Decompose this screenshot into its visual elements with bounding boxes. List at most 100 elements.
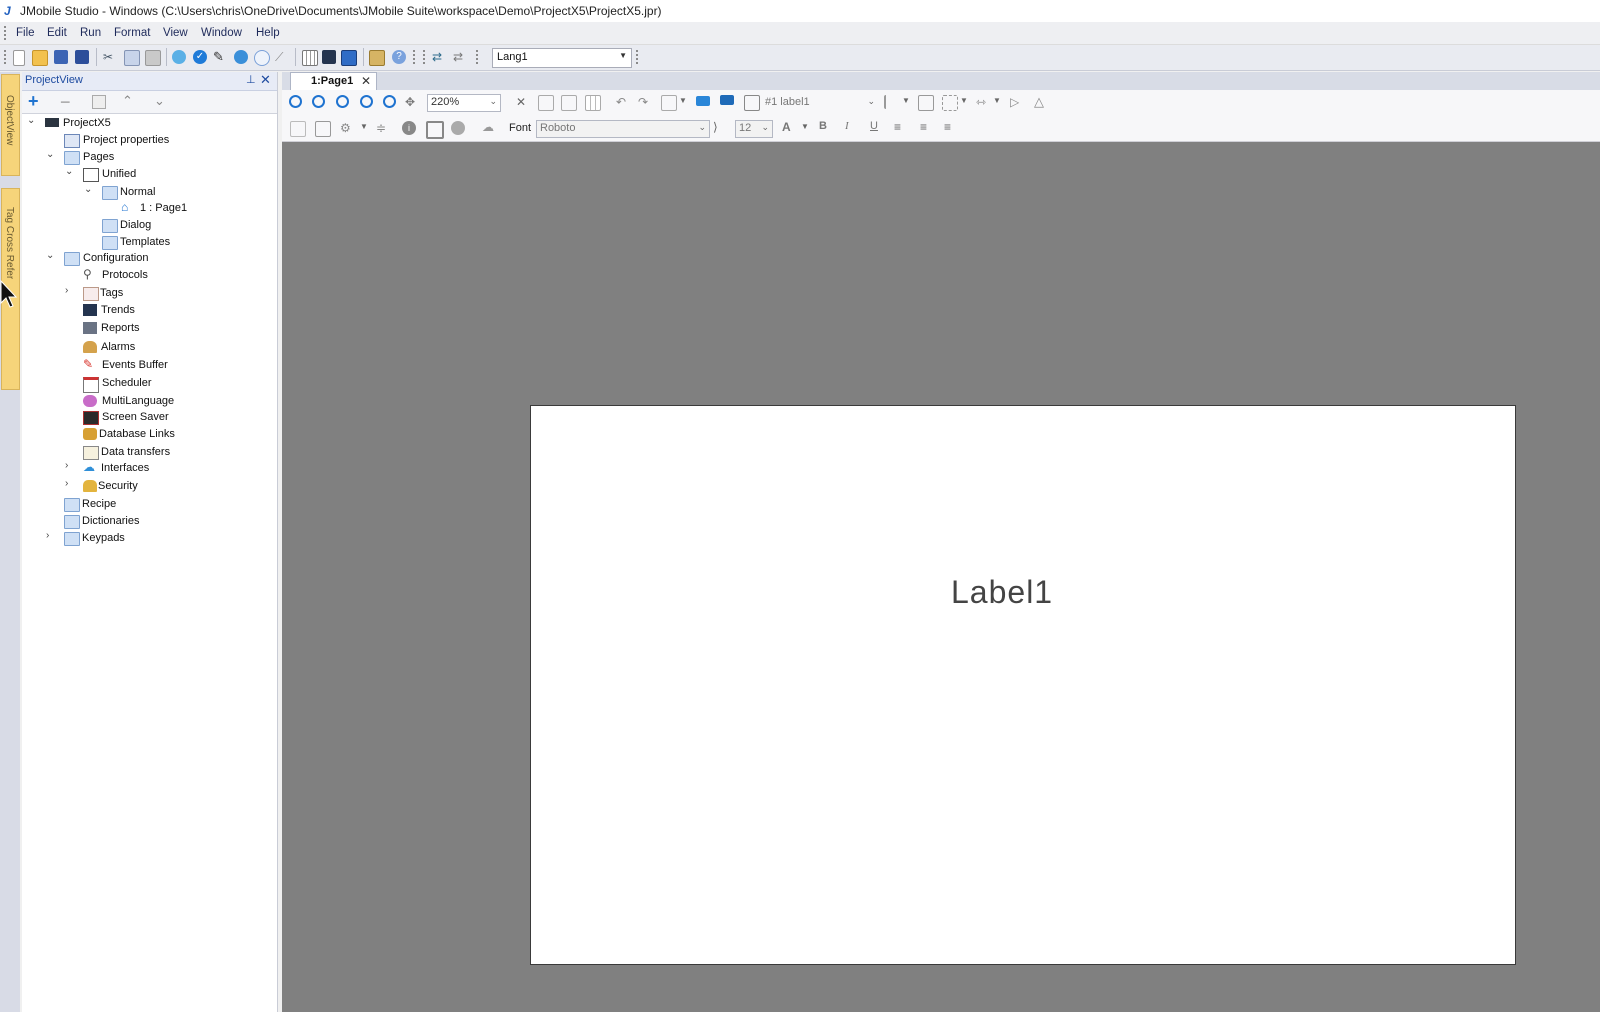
tab-objectview[interactable]: ObjectView — [1, 74, 20, 176]
tab-page1[interactable]: 1:Page1 ✕ — [290, 72, 377, 91]
widget-icon[interactable] — [744, 95, 760, 111]
image-icon[interactable] — [426, 121, 444, 139]
close-icon[interactable]: ✕ — [361, 74, 371, 88]
zoom-selection-icon[interactable] — [360, 95, 373, 108]
undo-icon[interactable]: ↶ — [616, 95, 630, 109]
menu-file[interactable]: File — [16, 27, 35, 39]
select-icon[interactable] — [341, 50, 357, 66]
menu-window[interactable]: Window — [201, 27, 242, 39]
help-icon[interactable]: ? — [392, 50, 406, 64]
layout-icon[interactable] — [322, 50, 336, 64]
distribute-icon[interactable] — [918, 95, 934, 111]
run-icon[interactable] — [254, 50, 270, 66]
underline-icon[interactable]: U — [870, 120, 884, 134]
menu-grip[interactable] — [4, 26, 9, 40]
grid-snap-icon[interactable] — [290, 121, 306, 137]
zoom-out-icon[interactable] — [312, 95, 325, 108]
close-icon[interactable]: ✕ — [260, 72, 271, 88]
expanded-chevron-icon[interactable]: ⌄ — [27, 115, 37, 126]
chevron-down-icon[interactable]: ▼ — [902, 96, 916, 110]
align-left-icon[interactable] — [884, 95, 900, 109]
bring-front-icon[interactable] — [696, 96, 710, 106]
chevron-down-icon[interactable]: ▼ — [360, 122, 374, 136]
align-text-center-icon[interactable]: ≡ — [920, 120, 934, 134]
add-icon[interactable]: + — [28, 91, 39, 112]
pin-icon[interactable]: ⊥ — [246, 73, 256, 86]
zoom-fit-icon[interactable] — [336, 95, 349, 108]
package-icon[interactable] — [369, 50, 385, 66]
zoom-100-icon[interactable] — [383, 95, 396, 108]
expanded-chevron-icon[interactable]: ⌄ — [46, 149, 56, 160]
move-down-icon[interactable]: ⌄ — [154, 93, 165, 109]
bold-icon[interactable]: B — [819, 120, 833, 134]
chevron-down-icon[interactable]: ▼ — [960, 96, 974, 110]
copy-icon[interactable] — [124, 50, 140, 66]
toolbar-grip[interactable] — [423, 50, 428, 64]
collapsed-chevron-icon[interactable]: › — [65, 285, 75, 296]
menu-run[interactable]: Run — [80, 27, 101, 39]
validate-icon[interactable]: ✓ — [193, 50, 207, 64]
pan-icon[interactable]: ✥ — [405, 95, 419, 109]
expanded-chevron-icon[interactable]: ⌄ — [46, 250, 56, 261]
tools-icon[interactable]: ✎ — [213, 50, 227, 64]
zoom-in-icon[interactable] — [289, 95, 302, 108]
text-direction-icon[interactable]: ⟩ — [713, 120, 727, 134]
translate-icon[interactable]: ⇄ — [432, 50, 446, 64]
collapsed-chevron-icon[interactable]: › — [65, 460, 75, 471]
widget-select[interactable]: #1 label1 ⌄ — [761, 94, 879, 112]
collapsed-chevron-icon[interactable]: › — [46, 530, 56, 541]
debug-icon[interactable] — [234, 50, 248, 64]
toolbar-grip[interactable] — [476, 50, 481, 64]
tooltip-icon[interactable]: ☁ — [482, 120, 496, 134]
line-style-icon[interactable]: ≑ — [376, 121, 390, 135]
chevron-down-icon[interactable]: ▼ — [801, 122, 815, 136]
new-file-icon[interactable] — [13, 50, 25, 66]
paste-icon[interactable] — [145, 50, 161, 66]
download-icon[interactable] — [172, 50, 186, 64]
language-select[interactable]: Lang1 ▼ — [492, 48, 632, 68]
language-icon[interactable]: ⇄ — [453, 50, 467, 64]
font-select[interactable]: Roboto ⌄ — [536, 120, 710, 138]
move-up-icon[interactable]: ⌃ — [122, 93, 133, 109]
toolbar-grip[interactable] — [413, 50, 418, 64]
zoom-select[interactable]: 220% ⌄ — [427, 94, 501, 112]
menu-edit[interactable]: Edit — [47, 27, 67, 39]
flip-vertical-icon[interactable]: △ — [1034, 94, 1048, 109]
fill-color-icon[interactable]: ⚙ — [340, 121, 354, 135]
cut-icon[interactable]: ✂ — [103, 50, 117, 64]
delete-icon[interactable]: ✕ — [516, 95, 530, 109]
remove-icon[interactable]: − — [60, 92, 71, 113]
duplicate-icon[interactable] — [538, 95, 554, 111]
chevron-down-icon[interactable]: ▼ — [993, 96, 1007, 110]
table-icon[interactable] — [585, 95, 601, 111]
arrange-icon[interactable] — [661, 95, 677, 111]
link-icon[interactable]: ⟋ — [275, 50, 289, 64]
grid-icon[interactable] — [302, 50, 318, 66]
properties-icon[interactable] — [92, 95, 106, 109]
label1-widget[interactable]: Label1 — [951, 574, 1053, 611]
menu-format[interactable]: Format — [114, 27, 150, 39]
font-size-select[interactable]: 12 ⌄ — [735, 120, 773, 138]
toolbar-grip[interactable] — [636, 50, 641, 64]
border-icon[interactable] — [315, 121, 331, 137]
chevron-down-icon[interactable]: ▼ — [679, 96, 693, 110]
save-icon[interactable] — [54, 50, 68, 64]
group-icon[interactable] — [561, 95, 577, 111]
page-canvas[interactable]: Label1 — [530, 405, 1516, 965]
redo-icon[interactable]: ↷ — [638, 95, 652, 109]
open-folder-icon[interactable] — [32, 50, 48, 66]
size-icon[interactable] — [942, 95, 958, 111]
text-color-icon[interactable]: A — [782, 120, 796, 134]
info-icon[interactable]: i — [402, 121, 416, 135]
shadow-icon[interactable] — [451, 121, 465, 135]
flip-horizontal-icon[interactable]: ▷ — [1010, 95, 1024, 109]
expanded-chevron-icon[interactable]: ⌄ — [84, 184, 94, 195]
send-back-icon[interactable] — [720, 95, 734, 105]
menu-view[interactable]: View — [163, 27, 188, 39]
save-all-icon[interactable] — [75, 50, 89, 64]
align-text-left-icon[interactable]: ≡ — [894, 120, 908, 134]
collapsed-chevron-icon[interactable]: › — [65, 478, 75, 489]
italic-icon[interactable]: I — [845, 120, 859, 134]
expanded-chevron-icon[interactable]: ⌄ — [65, 166, 75, 177]
toolbar-grip[interactable] — [4, 50, 9, 64]
